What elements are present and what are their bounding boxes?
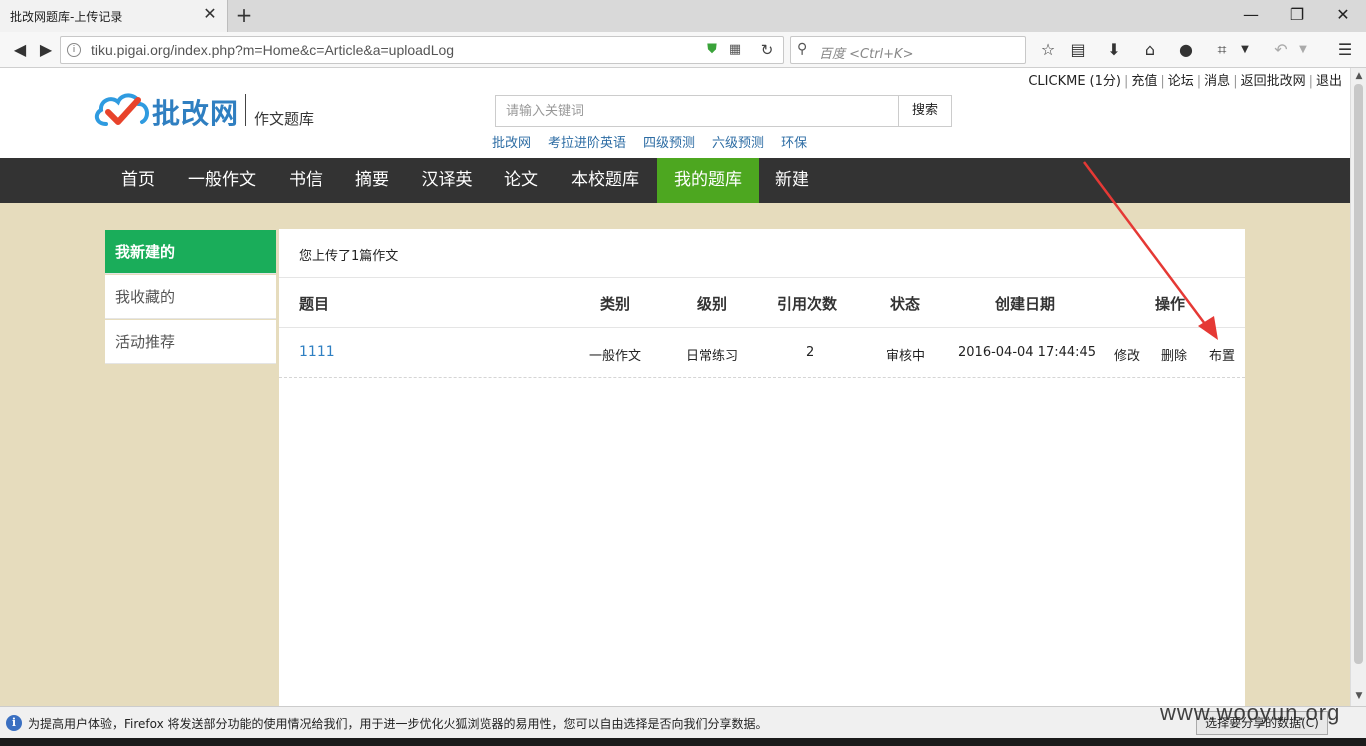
scroll-up-arrow-icon[interactable]: ▲ (1353, 70, 1365, 82)
essay-citations: 2 (806, 345, 815, 360)
essay-category: 一般作文 (589, 349, 642, 364)
column-header-category: 类别 (600, 295, 631, 313)
column-header-created: 创建日期 (995, 295, 1056, 313)
browser-search-bar[interactable]: ⚲ 百度 <Ctrl+K> (790, 36, 1026, 64)
url-bar[interactable]: i tiku.pigai.org/index.php?m=Home&c=Arti… (60, 36, 784, 64)
forward-icon[interactable]: ▶ (36, 40, 56, 60)
reload-icon[interactable]: ↻ (758, 41, 776, 59)
undo-dropdown-icon[interactable]: ▼ (1296, 39, 1310, 61)
browser-toolbar: ◀ ▶ i tiku.pigai.org/index.php?m=Home&c=… (0, 32, 1366, 68)
crop-icon[interactable]: ⌗ (1211, 39, 1233, 61)
scroll-thumb[interactable] (1354, 84, 1363, 664)
hot-link[interactable]: 考拉进阶英语 (548, 132, 626, 151)
page-scrollbar[interactable]: ▲ ▼ (1350, 68, 1366, 706)
hot-links: 批改网 考拉进阶英语 四级预测 六级预测 环保 (492, 132, 824, 151)
separator: | (1160, 74, 1165, 89)
tab-title: 批改网题库-上传记录 (10, 10, 123, 24)
recharge-link[interactable]: 充值 (1131, 70, 1157, 89)
search-icon: ⚲ (797, 41, 808, 57)
site-info-icon[interactable]: i (67, 43, 81, 57)
sidebar: 我新建的 我收藏的 活动推荐 (105, 230, 276, 364)
site-search-input[interactable] (496, 96, 876, 126)
separator: | (1123, 74, 1129, 89)
essay-level: 日常练习 (686, 349, 739, 364)
undo-icon[interactable]: ↶ (1270, 39, 1292, 61)
nav-item-thesis[interactable]: 论文 (490, 158, 552, 203)
nav-item-my-bank[interactable]: 我的题库 (657, 158, 759, 203)
browser-search-placeholder: 百度 <Ctrl+K> (819, 47, 914, 62)
browser-tab[interactable]: 批改网题库-上传记录 ✕ (0, 0, 228, 32)
home-icon[interactable]: ⌂ (1139, 39, 1161, 61)
close-window-button[interactable]: ✕ (1330, 4, 1356, 26)
qr-code-icon[interactable]: ▦ (727, 42, 743, 58)
notification-text: 为提高用户体验，Firefox 将发送部分功能的使用情况给我们，用于进一步优化火… (28, 717, 768, 731)
hot-link[interactable]: 批改网 (492, 132, 531, 151)
site-search-box[interactable] (495, 95, 899, 127)
logo-divider (245, 94, 246, 126)
reading-list-icon[interactable]: ▤ (1067, 39, 1089, 61)
browser-tab-bar: 批改网题库-上传记录 ✕ + — ❐ ✕ (0, 0, 1366, 32)
username-link[interactable]: CLICKME (1028, 74, 1085, 89)
info-icon: i (6, 715, 22, 731)
sidebar-item-my-created[interactable]: 我新建的 (105, 230, 276, 274)
separator: | (1196, 74, 1202, 89)
essay-status: 审核中 (886, 349, 926, 364)
sidebar-item-my-favorites[interactable]: 我收藏的 (105, 275, 276, 319)
nav-item-summary[interactable]: 摘要 (340, 158, 404, 203)
hot-link[interactable]: 环保 (781, 132, 807, 151)
hot-link[interactable]: 六级预测 (712, 132, 764, 151)
site-logo[interactable]: 批改网 (92, 90, 242, 130)
assign-link[interactable]: 布置 (1209, 345, 1235, 364)
hot-link[interactable]: 四级预测 (643, 132, 695, 151)
nav-item-letters[interactable]: 书信 (276, 158, 336, 203)
upload-summary: 您上传了1篇作文 (299, 249, 399, 264)
new-tab-button[interactable]: + (233, 4, 255, 26)
user-links: CLICKME (1分) | 充值 | 论坛 | 消息 | 返回批改网 | 退出 (1028, 70, 1342, 89)
column-header-title: 题目 (299, 295, 330, 313)
download-icon[interactable]: ⬇ (1103, 39, 1125, 61)
logo-text: 批改网 (152, 97, 240, 130)
forum-link[interactable]: 论坛 (1168, 70, 1194, 89)
essay-title-link[interactable]: 1111 (299, 344, 335, 360)
row-divider (279, 377, 1245, 378)
delete-link[interactable]: 删除 (1161, 345, 1187, 364)
separator: | (1233, 74, 1238, 89)
tab-close-icon[interactable]: ✕ (201, 5, 219, 23)
nav-item-translation[interactable]: 汉译英 (408, 158, 486, 203)
annotation-arrow (1082, 161, 1218, 340)
nav-item-general-essay[interactable]: 一般作文 (172, 158, 272, 203)
nav-item-new[interactable]: 新建 (762, 158, 822, 203)
sidebar-item-promotions[interactable]: 活动推荐 (105, 320, 276, 364)
column-header-status: 状态 (890, 295, 921, 313)
points-text: (1分) (1089, 74, 1121, 89)
logout-link[interactable]: 退出 (1316, 70, 1342, 89)
cloud-check-icon (94, 93, 149, 126)
minimize-button[interactable]: — (1238, 4, 1264, 26)
nav-item-home[interactable]: 首页 (108, 158, 168, 203)
edit-link[interactable]: 修改 (1114, 345, 1140, 364)
menu-icon[interactable]: ☰ (1334, 39, 1356, 61)
column-header-level: 级别 (697, 295, 728, 313)
watermark: www.wooyun.org (1160, 700, 1341, 725)
restore-button[interactable]: ❐ (1284, 4, 1310, 26)
back-to-pigai-link[interactable]: 返回批改网 (1241, 70, 1306, 89)
scroll-down-arrow-icon[interactable]: ▼ (1353, 690, 1365, 702)
messages-link[interactable]: 消息 (1204, 70, 1230, 89)
dropdown-icon[interactable]: ▼ (1238, 39, 1252, 61)
essay-created-date: 2016-04-04 17:44:45 (958, 345, 1097, 360)
bookmark-star-icon[interactable]: ☆ (1037, 39, 1059, 61)
site-header: CLICKME(1分)|充值|论坛|消息|返回批改网|退出 批改网 作文题库 搜… (0, 68, 1350, 158)
url-text[interactable]: tiku.pigai.org/index.php?m=Home&c=Articl… (91, 42, 454, 58)
chat-icon[interactable]: ● (1175, 39, 1197, 61)
column-header-citations: 引用次数 (777, 295, 838, 313)
separator: | (1308, 74, 1313, 89)
site-search-button[interactable]: 搜索 (898, 95, 952, 127)
shield-icon[interactable]: ⛊ (704, 42, 720, 58)
taskbar (0, 738, 1366, 746)
nav-item-school-bank[interactable]: 本校题库 (556, 158, 654, 203)
back-icon[interactable]: ◀ (10, 40, 30, 60)
logo-subtitle: 作文题库 (254, 110, 315, 128)
